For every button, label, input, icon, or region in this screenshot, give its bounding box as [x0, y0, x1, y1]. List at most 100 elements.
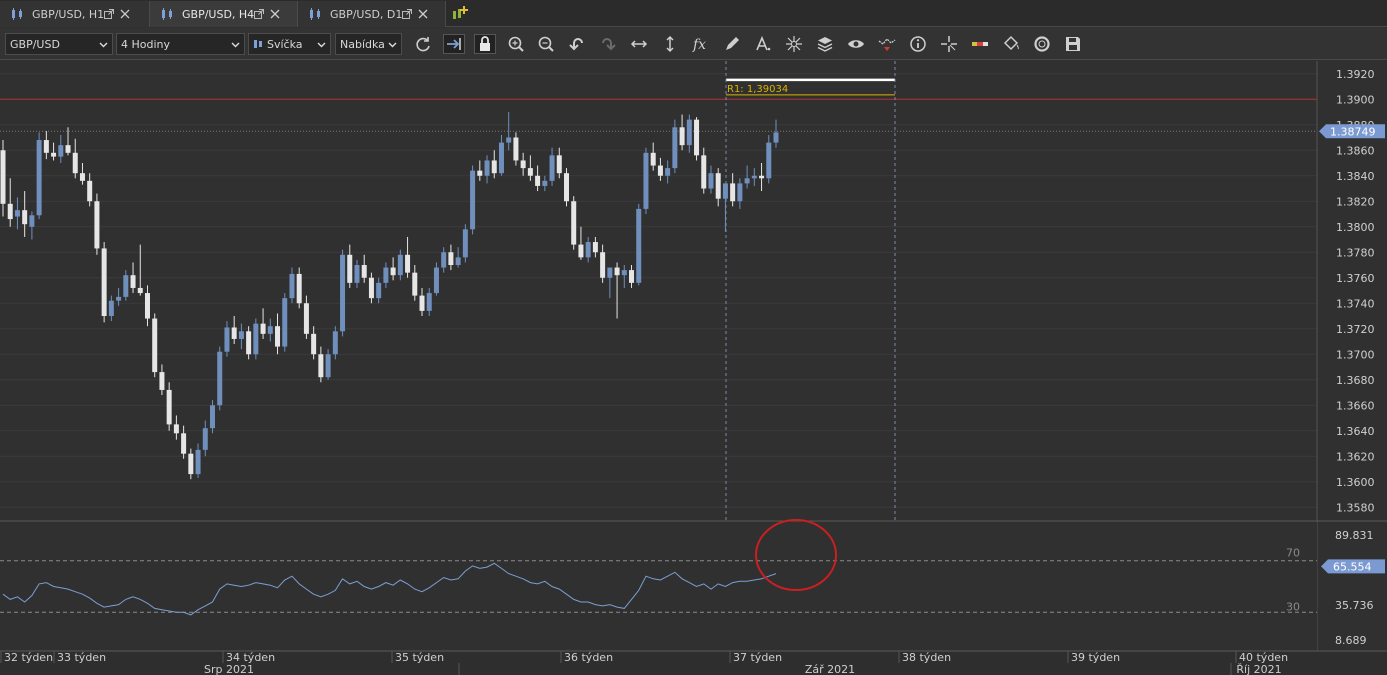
candle-body	[267, 326, 273, 334]
shift-chart-icon	[447, 38, 461, 50]
save-icon	[1066, 37, 1080, 51]
tab-gbpusd-h1[interactable]: GBP/USD, H1	[0, 1, 150, 27]
rsi-panel[interactable]	[0, 522, 1317, 651]
candle[interactable]	[94, 193, 100, 255]
week-label: 33 týden	[57, 651, 106, 664]
candle-body	[751, 175, 757, 179]
popout-icon[interactable]	[402, 9, 412, 19]
visibility-button[interactable]	[845, 34, 867, 54]
instrument-select[interactable]: GBP/USD	[5, 33, 113, 55]
candle-body	[701, 155, 707, 189]
cursor-button[interactable]	[938, 34, 960, 54]
candle-body	[275, 326, 281, 347]
month-label: Srp 2021	[204, 663, 254, 675]
candle-body	[419, 295, 425, 311]
price-tick-label: 1.3700	[1336, 348, 1375, 361]
candle[interactable]	[282, 293, 288, 352]
candle-body	[614, 267, 620, 276]
target-button[interactable]	[1031, 34, 1053, 54]
redo-icon	[602, 38, 616, 51]
price-tick-label: 1.3740	[1336, 297, 1375, 310]
add-chart-icon[interactable]	[451, 5, 469, 23]
zoom-out-button[interactable]	[535, 34, 557, 54]
price-side-value: Nabídka	[340, 37, 385, 51]
refresh-button[interactable]	[412, 34, 434, 54]
candle[interactable]	[101, 242, 107, 323]
zoom-in-icon	[508, 36, 524, 52]
shift-chart-button[interactable]	[443, 34, 465, 54]
candle-body	[592, 242, 598, 253]
crosshair-star-icon	[786, 36, 802, 52]
candle-body	[260, 323, 266, 334]
fill-button[interactable]	[1000, 34, 1022, 54]
candle-body	[433, 267, 439, 294]
candle[interactable]	[340, 249, 346, 337]
candle[interactable]	[571, 196, 577, 250]
vertical-scale-button[interactable]	[659, 34, 681, 54]
candle[interactable]	[643, 147, 649, 214]
info-icon	[910, 36, 926, 52]
candle-body	[636, 208, 642, 283]
eye-icon	[848, 40, 864, 48]
undo-button[interactable]	[566, 34, 588, 54]
candle-body	[470, 170, 476, 230]
candle[interactable]	[636, 203, 642, 286]
cursor-cross-icon	[941, 36, 957, 52]
week-label: 38 týden	[902, 651, 951, 664]
price-tick-label: 1.3660	[1336, 399, 1375, 412]
candle-body	[144, 293, 150, 319]
period-select[interactable]: 4 Hodiny	[116, 33, 245, 55]
lock-button[interactable]	[474, 34, 496, 54]
text-tool-button[interactable]	[752, 34, 774, 54]
crosshair-button[interactable]	[783, 34, 805, 54]
zoom-in-button[interactable]	[505, 34, 527, 54]
candle-body	[766, 142, 772, 179]
draw-button[interactable]	[721, 34, 743, 54]
rsi-tick-label: 8.689	[1335, 634, 1367, 647]
candle-body	[708, 173, 714, 189]
color-scheme-button[interactable]	[969, 34, 991, 54]
candle[interactable]	[217, 346, 223, 411]
close-icon[interactable]	[418, 9, 428, 19]
price-tick-label: 1.3720	[1336, 323, 1375, 336]
candle[interactable]	[672, 119, 678, 174]
candle-body	[195, 449, 201, 475]
candle[interactable]	[470, 165, 476, 235]
candle[interactable]	[253, 318, 259, 360]
candle-body	[600, 252, 606, 278]
week-label: 32 týden	[4, 651, 53, 664]
candle-body	[311, 333, 317, 355]
save-button[interactable]	[1062, 34, 1084, 54]
candle[interactable]	[152, 313, 158, 378]
popout-icon[interactable]	[104, 9, 114, 19]
info-button[interactable]	[907, 34, 929, 54]
price-tick-label: 1.3600	[1336, 476, 1375, 489]
close-icon[interactable]	[270, 9, 280, 19]
resistance-label: R1: 1,39034	[727, 84, 788, 95]
chart-type-select[interactable]: Svíčka	[248, 33, 331, 55]
candlestick-icon	[162, 8, 172, 20]
rsi-current-value: 65.554	[1333, 560, 1372, 573]
redo-button[interactable]	[597, 34, 619, 54]
chart-area[interactable]: R1: 1,39034 1.39201.39001.38801.38601.38…	[0, 61, 1387, 675]
candle-body	[188, 453, 194, 475]
refresh-icon	[416, 37, 430, 52]
layers-button[interactable]	[814, 34, 836, 54]
close-icon[interactable]	[120, 9, 130, 19]
candle[interactable]	[563, 168, 569, 207]
price-side-select[interactable]: Nabídka	[335, 33, 402, 55]
horizontal-scale-button[interactable]	[628, 34, 650, 54]
candle[interactable]	[694, 117, 700, 161]
popout-icon[interactable]	[254, 9, 264, 19]
candle[interactable]	[36, 132, 42, 220]
tab-gbpusd-d1[interactable]: GBP/USD, D1	[298, 1, 446, 27]
indicators-button[interactable]: fx	[690, 34, 712, 54]
price-tick-label: 1.3800	[1336, 221, 1375, 234]
price-chart-svg[interactable]: R1: 1,39034 1.39201.39001.38801.38601.38…	[0, 61, 1387, 675]
candle[interactable]	[462, 224, 468, 263]
alert-button[interactable]	[876, 34, 898, 54]
price-tick-label: 1.3640	[1336, 425, 1375, 438]
candle-body	[173, 424, 179, 434]
candle-body	[585, 242, 591, 258]
tab-gbpusd-h4[interactable]: GBP/USD, H4	[150, 1, 298, 27]
